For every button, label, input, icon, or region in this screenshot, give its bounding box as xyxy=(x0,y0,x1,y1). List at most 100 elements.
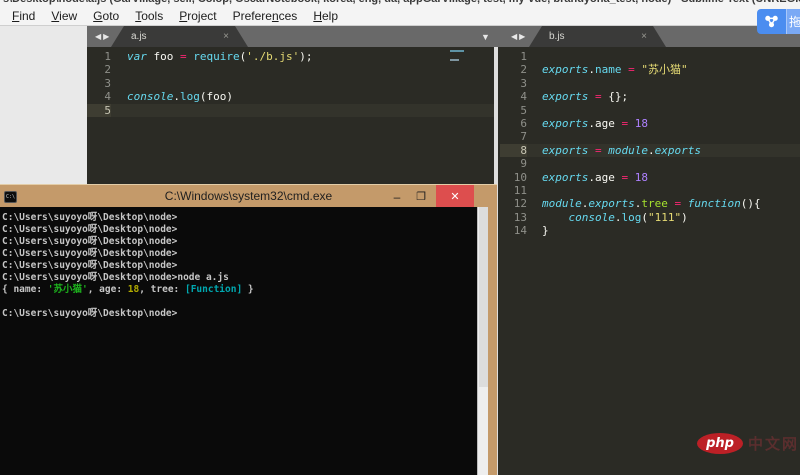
menu-tools[interactable]: Tools xyxy=(127,7,171,25)
menu-view[interactable]: View xyxy=(43,7,85,25)
line-number: 5 xyxy=(500,104,527,117)
code-text: exports.age = 18 xyxy=(542,117,648,130)
cmd-window: C:\ C:\Windows\system32\cmd.exe – ❐ ✕ C:… xyxy=(0,184,497,475)
code-line-3[interactable]: 3 xyxy=(500,77,800,90)
line-number: 7 xyxy=(500,130,527,143)
drag-label[interactable]: 拖 xyxy=(786,9,800,34)
minimize-button[interactable]: – xyxy=(386,186,408,207)
code-line-7[interactable]: 7 xyxy=(500,130,800,143)
line-number: 3 xyxy=(500,77,527,90)
code-line-9[interactable]: 9 xyxy=(500,157,800,170)
menu-find[interactable]: Find xyxy=(4,7,43,25)
cmd-console[interactable]: C:\Users\suyoyo呀\Desktop\node>C:\Users\s… xyxy=(0,207,477,475)
code-line-12[interactable]: 12 module.exports.tree = function(){ xyxy=(500,197,800,210)
menubar: FindViewGotoToolsProjectPreferencesHelp xyxy=(0,7,800,26)
code-text: exports.age = 18 xyxy=(542,171,648,184)
console-line xyxy=(2,296,477,308)
tab-scroll-arrows-right-pane[interactable]: ◀▶ xyxy=(511,32,527,41)
console-line: { name: '苏小猫', age: 18, tree: [Function]… xyxy=(2,284,477,296)
code-text: } xyxy=(542,224,549,237)
code-line-2[interactable]: 2 exports.name = "苏小猫" xyxy=(500,63,800,76)
line-number: 2 xyxy=(87,63,111,76)
tab-overflow-icon[interactable]: ▼ xyxy=(481,32,490,42)
sublime-titlebar[interactable]: s\Desktop\node\a.js (GarVillage, sell, C… xyxy=(0,0,800,7)
line-number: 11 xyxy=(500,184,527,197)
menu-help[interactable]: Help xyxy=(305,7,346,25)
console-line: C:\Users\suyoyo呀\Desktop\node> xyxy=(2,260,477,272)
line-number: 8 xyxy=(500,144,527,157)
minimap-line-mark xyxy=(450,50,464,52)
code-line-6[interactable]: 6 exports.age = 18 xyxy=(500,117,800,130)
code-line-8[interactable]: 8 exports = module.exports xyxy=(500,144,800,157)
code-line-2[interactable]: 2 xyxy=(87,63,494,76)
extension-badge[interactable]: 拖 xyxy=(757,9,800,34)
tab-scroll-arrows-left-pane[interactable]: ◀▶ xyxy=(95,32,111,41)
line-number: 1 xyxy=(87,50,111,63)
console-line: C:\Users\suyoyo呀\Desktop\node>node a.js xyxy=(2,272,477,284)
tab-scroll-right-icon[interactable]: ▶ xyxy=(103,32,111,41)
console-line: C:\Users\suyoyo呀\Desktop\node> xyxy=(2,248,477,260)
minimap-line-mark xyxy=(450,59,459,61)
code-line-5[interactable]: 5 xyxy=(500,104,800,117)
cmd-scrollbar[interactable] xyxy=(477,207,488,475)
code-text: exports.name = "苏小猫" xyxy=(542,63,688,76)
tab-label: a.js xyxy=(111,31,223,42)
code-line-11[interactable]: 11 xyxy=(500,184,800,197)
code-line-1[interactable]: 1 var foo = require('./b.js'); xyxy=(87,50,494,63)
line-number: 3 xyxy=(87,77,111,90)
tab-a-js[interactable]: a.js × xyxy=(111,26,248,47)
code-text: console.log(foo) xyxy=(127,90,233,103)
line-number: 12 xyxy=(500,197,527,210)
tab-b-js[interactable]: b.js × xyxy=(529,26,666,47)
code-text: module.exports.tree = function(){ xyxy=(542,197,761,210)
line-number: 9 xyxy=(500,157,527,170)
collect-button[interactable] xyxy=(757,9,786,34)
tab-close-icon[interactable]: × xyxy=(641,31,666,42)
code-text: var foo = require('./b.js'); xyxy=(127,50,312,63)
editor-pane-b-js[interactable]: 12 exports.name = "苏小猫" 34 exports = {}; 56 e… xyxy=(500,47,800,475)
code-text: exports = {}; xyxy=(542,90,628,103)
code-line-4[interactable]: 4 exports = {}; xyxy=(500,90,800,103)
code-line-10[interactable]: 10 exports.age = 18 xyxy=(500,171,800,184)
line-number: 2 xyxy=(500,63,527,76)
window-title: s\Desktop\node\a.js (GarVillage, sell, C… xyxy=(0,0,800,5)
console-line: C:\Users\suyoyo呀\Desktop\node> xyxy=(2,224,477,236)
console-line: C:\Users\suyoyo呀\Desktop\node> xyxy=(2,236,477,248)
line-number: 6 xyxy=(500,117,527,130)
code-line-4[interactable]: 4 console.log(foo) xyxy=(87,90,494,103)
php-cn-watermark: php 中文网 xyxy=(697,433,799,454)
tab-scroll-right-icon[interactable]: ▶ xyxy=(519,32,527,41)
line-number: 5 xyxy=(87,104,111,117)
tab-close-icon[interactable]: × xyxy=(223,31,248,42)
line-number: 1 xyxy=(500,50,527,63)
tab-scroll-left-icon[interactable]: ◀ xyxy=(95,32,103,41)
close-button[interactable]: ✕ xyxy=(436,185,474,207)
tab-strip: ◀▶ a.js × ▼ ◀▶ b.js × xyxy=(87,26,800,47)
tab-scroll-left-icon[interactable]: ◀ xyxy=(511,32,519,41)
code-line-3[interactable]: 3 xyxy=(87,77,494,90)
code-text: exports = module.exports xyxy=(542,144,701,157)
share-circles-icon xyxy=(763,13,780,30)
line-number: 4 xyxy=(87,90,111,103)
code-text: console.log("111") xyxy=(542,211,688,224)
line-number: 4 xyxy=(500,90,527,103)
tab-label: b.js xyxy=(529,31,641,42)
cmd-titlebar[interactable]: C:\ C:\Windows\system32\cmd.exe – ❐ ✕ xyxy=(0,184,497,207)
cmd-scrollbar-thumb[interactable] xyxy=(479,207,488,387)
line-number: 10 xyxy=(500,171,527,184)
menu-preferences[interactable]: Preferences xyxy=(225,7,306,25)
code-line-14[interactable]: 14} xyxy=(500,224,800,237)
desktop-screen: s\Desktop\node\a.js (GarVillage, sell, C… xyxy=(0,0,800,475)
code-line-1[interactable]: 1 xyxy=(500,50,800,63)
line-number: 13 xyxy=(500,211,527,224)
menu-goto[interactable]: Goto xyxy=(85,7,127,25)
code-line-13[interactable]: 13 console.log("111") xyxy=(500,211,800,224)
php-site-name: 中文网 xyxy=(748,433,799,454)
line-number: 14 xyxy=(500,224,527,237)
minimap-a-js[interactable] xyxy=(450,49,468,89)
cmd-window-border xyxy=(488,207,497,475)
code-line-5[interactable]: 5 xyxy=(87,104,494,117)
console-line: C:\Users\suyoyo呀\Desktop\node> xyxy=(2,212,477,224)
menu-project[interactable]: Project xyxy=(171,7,224,25)
maximize-button[interactable]: ❐ xyxy=(410,186,432,207)
